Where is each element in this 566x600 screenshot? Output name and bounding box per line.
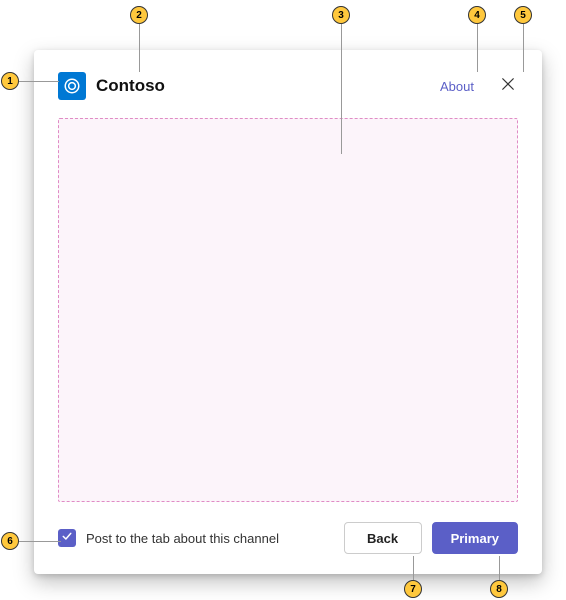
close-icon	[501, 77, 515, 96]
post-to-channel-checkbox[interactable]: Post to the tab about this channel	[58, 529, 334, 547]
annotation-line	[139, 24, 140, 72]
annotation-badge-1: 1	[1, 72, 19, 90]
annotation-line	[477, 24, 478, 72]
annotation-badge-8: 8	[490, 580, 508, 598]
about-link[interactable]: About	[440, 79, 474, 94]
checkmark-icon	[61, 529, 73, 547]
close-button[interactable]	[498, 76, 518, 96]
back-button[interactable]: Back	[344, 522, 422, 554]
annotation-line	[413, 556, 414, 580]
app-name: Contoso	[96, 76, 165, 96]
annotation-line	[19, 541, 61, 542]
tab-config-iframe[interactable]	[58, 118, 518, 502]
modal-dialog: Contoso About Post to the tab about this…	[34, 50, 542, 574]
annotation-badge-6: 6	[1, 532, 19, 550]
dialog-footer: Post to the tab about this channel Back …	[58, 522, 518, 554]
checkbox-box	[58, 529, 76, 547]
annotation-badge-2: 2	[130, 6, 148, 24]
app-logo	[58, 72, 86, 100]
annotation-line	[499, 556, 500, 580]
annotation-line	[523, 24, 524, 72]
annotation-badge-3: 3	[332, 6, 350, 24]
annotation-badge-5: 5	[514, 6, 532, 24]
annotation-badge-7: 7	[404, 580, 422, 598]
annotation-line	[341, 24, 342, 154]
checkbox-label: Post to the tab about this channel	[86, 531, 279, 546]
primary-button[interactable]: Primary	[432, 522, 518, 554]
annotation-badge-4: 4	[468, 6, 486, 24]
annotation-line	[19, 81, 59, 82]
dialog-header: Contoso About	[58, 72, 518, 100]
